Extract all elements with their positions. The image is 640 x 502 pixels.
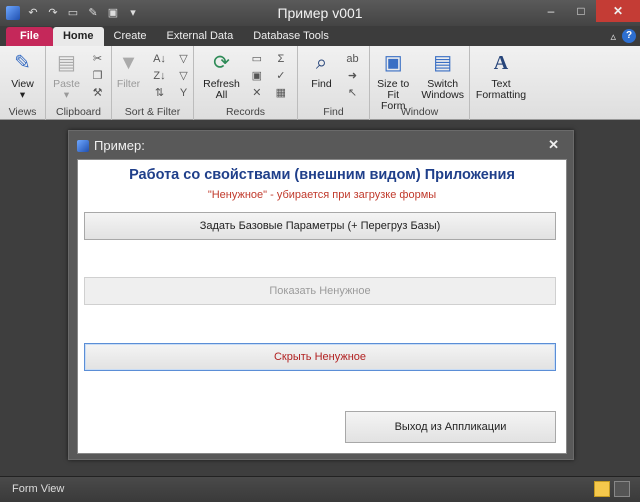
form-heading: Работа со свойствами (внешним видом) При… xyxy=(129,167,515,183)
group-clipboard: ▤ Paste ▾ ✂ ❐ ⚒ Clipboard xyxy=(46,46,112,120)
remove-sort-icon[interactable]: ⇅ xyxy=(151,86,169,100)
minimize-icon[interactable]: – xyxy=(536,0,566,22)
size-to-fit-icon: ▣ xyxy=(383,51,403,74)
redo-icon[interactable]: ↷ xyxy=(46,6,60,20)
form-subheading: "Ненужное" - убирается при загрузке форм… xyxy=(207,189,437,201)
dropdown-arrow-icon: ▾ xyxy=(63,89,70,101)
help-icon[interactable]: ? xyxy=(622,29,636,43)
copy-icon[interactable]: ❐ xyxy=(89,69,107,83)
tab-home[interactable]: Home xyxy=(52,27,104,46)
set-base-params-button[interactable]: Задать Базовые Параметры (+ Перегруз Баз… xyxy=(84,212,556,240)
go-to-icon[interactable]: ➜ xyxy=(344,69,362,83)
quick-access-toolbar: ↶ ↷ ▭ ✎ ▣ ▾ xyxy=(0,6,140,20)
group-sort-filter: ▼ Filter A↓ Z↓ ⇅ ▽ ▽ Y Sort & Filter xyxy=(112,46,194,120)
paste-icon: ▤ xyxy=(57,51,76,74)
selection-filter-icon[interactable]: ▽ xyxy=(175,52,193,66)
customize-qat-icon[interactable]: ▾ xyxy=(126,6,140,20)
delete-record-icon[interactable]: ✕ xyxy=(248,86,266,100)
access-app-icon[interactable] xyxy=(6,6,20,20)
ribbon: ✎ View ▾ Views ▤ Paste ▾ ✂ ❐ ⚒ Clipboard… xyxy=(0,46,640,120)
tab-external-data[interactable]: External Data xyxy=(157,27,244,46)
toggle-filter-icon[interactable]: Y xyxy=(175,86,193,100)
form-body: Работа со свойствами (внешним видом) При… xyxy=(77,159,567,454)
binoculars-icon: ⌕ xyxy=(315,51,328,74)
tab-file[interactable]: File xyxy=(6,27,53,46)
save-icon[interactable]: ▣ xyxy=(106,6,120,20)
exit-application-button[interactable]: Выход из Аппликации xyxy=(345,411,556,443)
advanced-filter-icon[interactable]: ▽ xyxy=(175,69,193,83)
more-records-icon[interactable]: ▦ xyxy=(272,86,290,100)
group-records: ⟳ Refresh All ▭ ▣ ✕ Σ ✓ ▦ Records xyxy=(194,46,298,120)
select-icon[interactable]: ↖ xyxy=(344,86,362,100)
status-bar: Form View xyxy=(0,476,640,502)
form-title-bar: Пример: xyxy=(77,138,145,153)
group-window: ▣ Size to Fit Form ▤ Switch Windows Wind… xyxy=(370,46,470,120)
form-title: Пример: xyxy=(94,138,145,153)
group-find: ⌕ Find ab ➜ ↖ Find xyxy=(298,46,370,120)
replace-icon[interactable]: ab xyxy=(344,52,362,66)
status-view-label: Form View xyxy=(12,483,65,495)
text-formatting-icon: A xyxy=(493,51,509,74)
undo-icon[interactable]: ↶ xyxy=(26,6,40,20)
view-icon: ✎ xyxy=(14,51,31,74)
title-bar: ↶ ↷ ▭ ✎ ▣ ▾ Пример v001 – □ ✕ xyxy=(0,0,640,26)
form-close-icon[interactable]: ✕ xyxy=(548,137,559,153)
close-window-icon[interactable]: ✕ xyxy=(596,0,640,22)
switch-windows-icon: ▤ xyxy=(433,51,453,74)
tab-database-tools[interactable]: Database Tools xyxy=(243,27,339,46)
layout-view-icon[interactable] xyxy=(614,481,630,497)
form-window: Пример: ✕ Работа со свойствами (внешним … xyxy=(68,130,574,460)
format-painter-icon[interactable]: ⚒ xyxy=(89,86,107,100)
text-formatting-button[interactable]: A Text Formatting xyxy=(471,50,531,120)
view-switcher xyxy=(594,481,630,497)
group-views: ✎ View ▾ Views xyxy=(0,46,46,120)
refresh-icon: ⟳ xyxy=(213,51,230,74)
save-record-icon[interactable]: ▣ xyxy=(248,69,266,83)
ribbon-tabs: File Home Create External Data Database … xyxy=(0,26,640,46)
dropdown-arrow-icon: ▾ xyxy=(19,89,26,101)
totals-icon[interactable]: Σ xyxy=(272,52,290,66)
collapse-ribbon-icon[interactable]: ▵ xyxy=(610,30,616,43)
edit-icon[interactable]: ✎ xyxy=(86,6,100,20)
new-document-icon[interactable]: ▭ xyxy=(66,6,80,20)
sort-ascending-icon[interactable]: A↓ xyxy=(151,52,169,66)
sort-descending-icon[interactable]: Z↓ xyxy=(151,69,169,83)
group-text-formatting: A Text Formatting xyxy=(470,46,532,120)
cut-icon[interactable]: ✂ xyxy=(89,52,107,66)
maximize-icon[interactable]: □ xyxy=(566,0,596,22)
show-hidden-button[interactable]: Показать Ненужное xyxy=(84,277,556,305)
form-view-icon[interactable] xyxy=(594,481,610,497)
window-controls: – □ ✕ xyxy=(536,0,640,22)
filter-icon: ▼ xyxy=(118,51,139,74)
ribbon-help-area: ▵ ? xyxy=(610,29,636,46)
hide-button[interactable]: Скрыть Ненужное xyxy=(84,343,556,371)
spelling-icon[interactable]: ✓ xyxy=(272,69,290,83)
new-record-icon[interactable]: ▭ xyxy=(248,52,266,66)
form-icon xyxy=(77,139,89,152)
tab-create[interactable]: Create xyxy=(104,27,157,46)
